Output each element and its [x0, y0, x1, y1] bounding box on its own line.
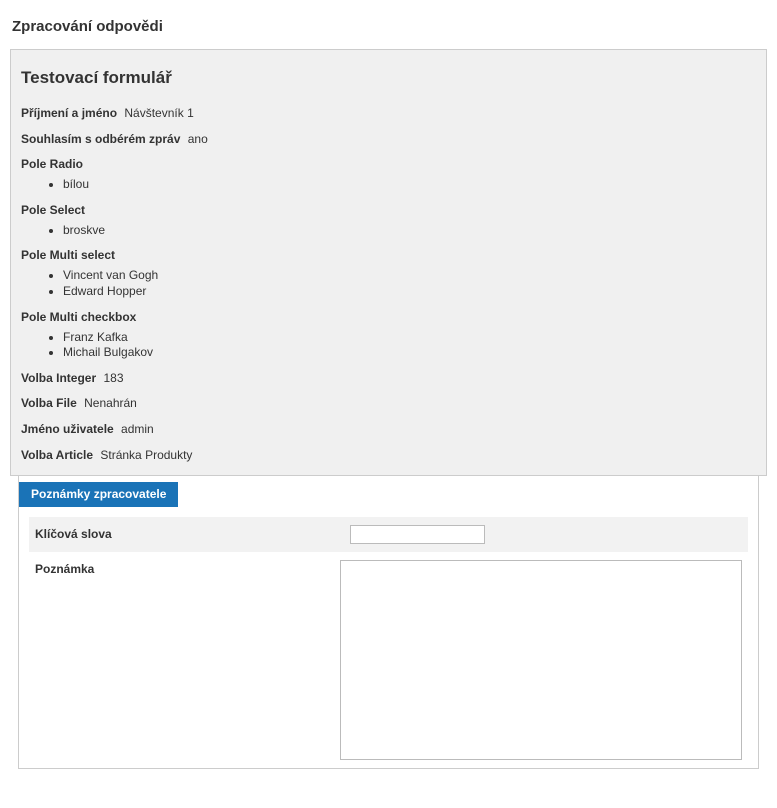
field-integer-label: Volba Integer [21, 371, 96, 385]
field-username-label: Jméno uživatele [21, 422, 114, 436]
field-file-label: Volba File [21, 396, 77, 410]
field-multiselect-label: Pole Multi select [21, 248, 756, 262]
field-name-label: Příjmení a jméno [21, 106, 117, 120]
list-item: bílou [63, 177, 756, 193]
note-textarea[interactable] [340, 560, 742, 760]
field-multicheckbox-values: Franz Kafka Michail Bulgakov [21, 330, 756, 361]
field-file-value: Nenahrán [84, 396, 137, 410]
field-consent-label: Souhlasím s odbérém zpráv [21, 132, 180, 146]
keywords-input[interactable] [350, 525, 485, 544]
field-name-value: Návštevník 1 [124, 106, 193, 120]
field-username: Jméno uživatele admin [21, 422, 756, 438]
field-name: Příjmení a jméno Návštevník 1 [21, 106, 756, 122]
field-username-value: admin [121, 422, 154, 436]
note-label: Poznámka [35, 560, 340, 576]
field-integer: Volba Integer 183 [21, 371, 756, 387]
field-consent: Souhlasím s odbérém zpráv ano [21, 132, 756, 148]
list-item: Franz Kafka [63, 330, 756, 346]
field-select-values: broskve [21, 223, 756, 239]
list-item: broskve [63, 223, 756, 239]
field-multiselect-values: Vincent van Gogh Edward Hopper [21, 268, 756, 299]
tab-notes[interactable]: Poznámky zpracovatele [19, 482, 178, 507]
field-select-label: Pole Select [21, 203, 756, 217]
row-keywords: Klíčová slova [29, 517, 748, 552]
row-note: Poznámka [29, 552, 748, 768]
field-integer-value: 183 [103, 371, 123, 385]
notes-form: Klíčová slova Poznámka [19, 507, 758, 768]
notes-section: Poznámky zpracovatele Klíčová slova Pozn… [18, 476, 759, 769]
page-title: Zpracování odpovědi [12, 18, 767, 35]
field-consent-value: ano [188, 132, 208, 146]
list-item: Vincent van Gogh [63, 268, 756, 284]
field-article-value: Stránka Produkty [100, 448, 192, 462]
form-panel-title: Testovací formulář [21, 68, 756, 88]
field-radio-values: bílou [21, 177, 756, 193]
list-item: Michail Bulgakov [63, 345, 756, 361]
form-panel: Testovací formulář Příjmení a jméno Návš… [10, 49, 767, 476]
field-file: Volba File Nenahrán [21, 396, 756, 412]
list-item: Edward Hopper [63, 284, 756, 300]
field-article: Volba Article Stránka Produkty [21, 448, 756, 464]
field-multicheckbox-label: Pole Multi checkbox [21, 310, 756, 324]
field-radio-label: Pole Radio [21, 157, 756, 171]
field-article-label: Volba Article [21, 448, 93, 462]
keywords-label: Klíčová slova [35, 525, 350, 541]
